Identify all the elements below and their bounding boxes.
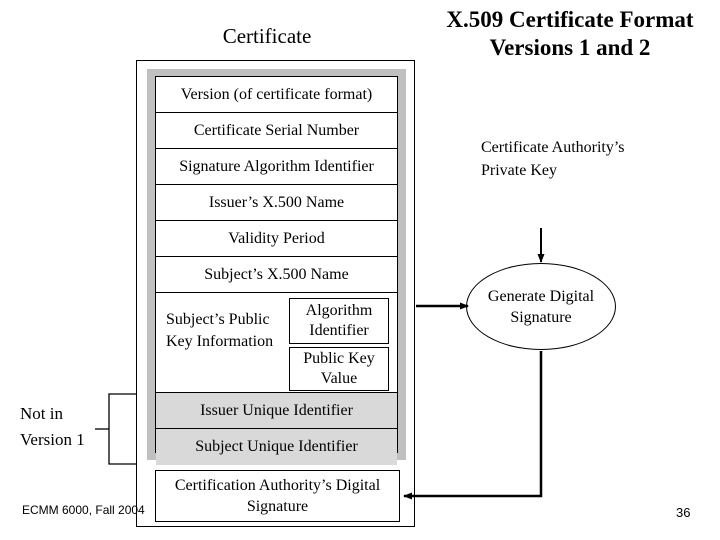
ca-private-key-label: Certificate Authority’s Private Key [481, 139, 625, 179]
certificate-field-row: Certificate Serial Number [156, 113, 397, 149]
certificate-field-row-shaded: Issuer Unique Identifier [156, 393, 397, 429]
field-label-issuer-unique-identifier: Issuer Unique Identifier [200, 401, 353, 419]
certificate-field-group: Version (of certificate format) Certific… [147, 69, 406, 465]
page-number: 36 [676, 505, 691, 520]
field-label-subject-name: Subject’s X.500 Name [204, 265, 349, 283]
footer-course-label: ECMM 6000, Fall 2004 [22, 503, 145, 517]
certificate-caption: Certificate [222, 24, 312, 48]
page-title: X.509 Certificate Format Versions 1 and … [422, 6, 718, 62]
not-in-version-1-bracket [108, 393, 136, 465]
field-label-issuer-name: Issuer’s X.500 Name [208, 193, 345, 211]
public-key-algorithm-identifier-box: Algorithm Identifier [289, 298, 389, 344]
page-title-line-1: X.509 Certificate Format [446, 7, 694, 32]
certificate-field-row: Issuer’s X.500 Name [156, 185, 397, 221]
certificate-field-row: Validity Period [156, 221, 397, 257]
field-label-signature-algorithm: Signature Algorithm Identifier [179, 157, 374, 175]
field-label-validity-period: Validity Period [228, 229, 325, 247]
certificate-field-row: Signature Algorithm Identifier [156, 149, 397, 185]
field-label-subject-public-key-info: Subject’s Public Key Information [166, 311, 274, 350]
certification-authority-signature-box: Certification Authority’s Digital Signat… [155, 470, 400, 522]
certificate-field-row: Version (of certificate format) [156, 77, 397, 113]
certificate-field-row: Subject’s X.500 Name [156, 257, 397, 293]
arrow-generate-to-signature [403, 351, 543, 500]
field-label-version: Version (of certificate format) [180, 85, 373, 103]
page-title-line-2: Versions 1 and 2 [489, 35, 651, 60]
public-key-value-box: Public Key Value [289, 347, 389, 391]
generate-digital-signature-node: Generate Digital Signature [466, 263, 616, 350]
field-label-subject-unique-identifier: Subject Unique Identifier [195, 438, 358, 455]
not-in-version-1-label: Not in Version 1 [20, 404, 85, 449]
field-label-serial-number: Certificate Serial Number [193, 121, 360, 139]
certificate-field-row-shaded: Subject Unique Identifier [156, 429, 397, 465]
certificate-field-list: Version (of certificate format) Certific… [155, 76, 398, 465]
certificate-public-key-row: Subject’s Public Key Information Algorit… [156, 293, 397, 393]
slide-canvas: X.509 Certificate Format Versions 1 and … [0, 0, 720, 540]
